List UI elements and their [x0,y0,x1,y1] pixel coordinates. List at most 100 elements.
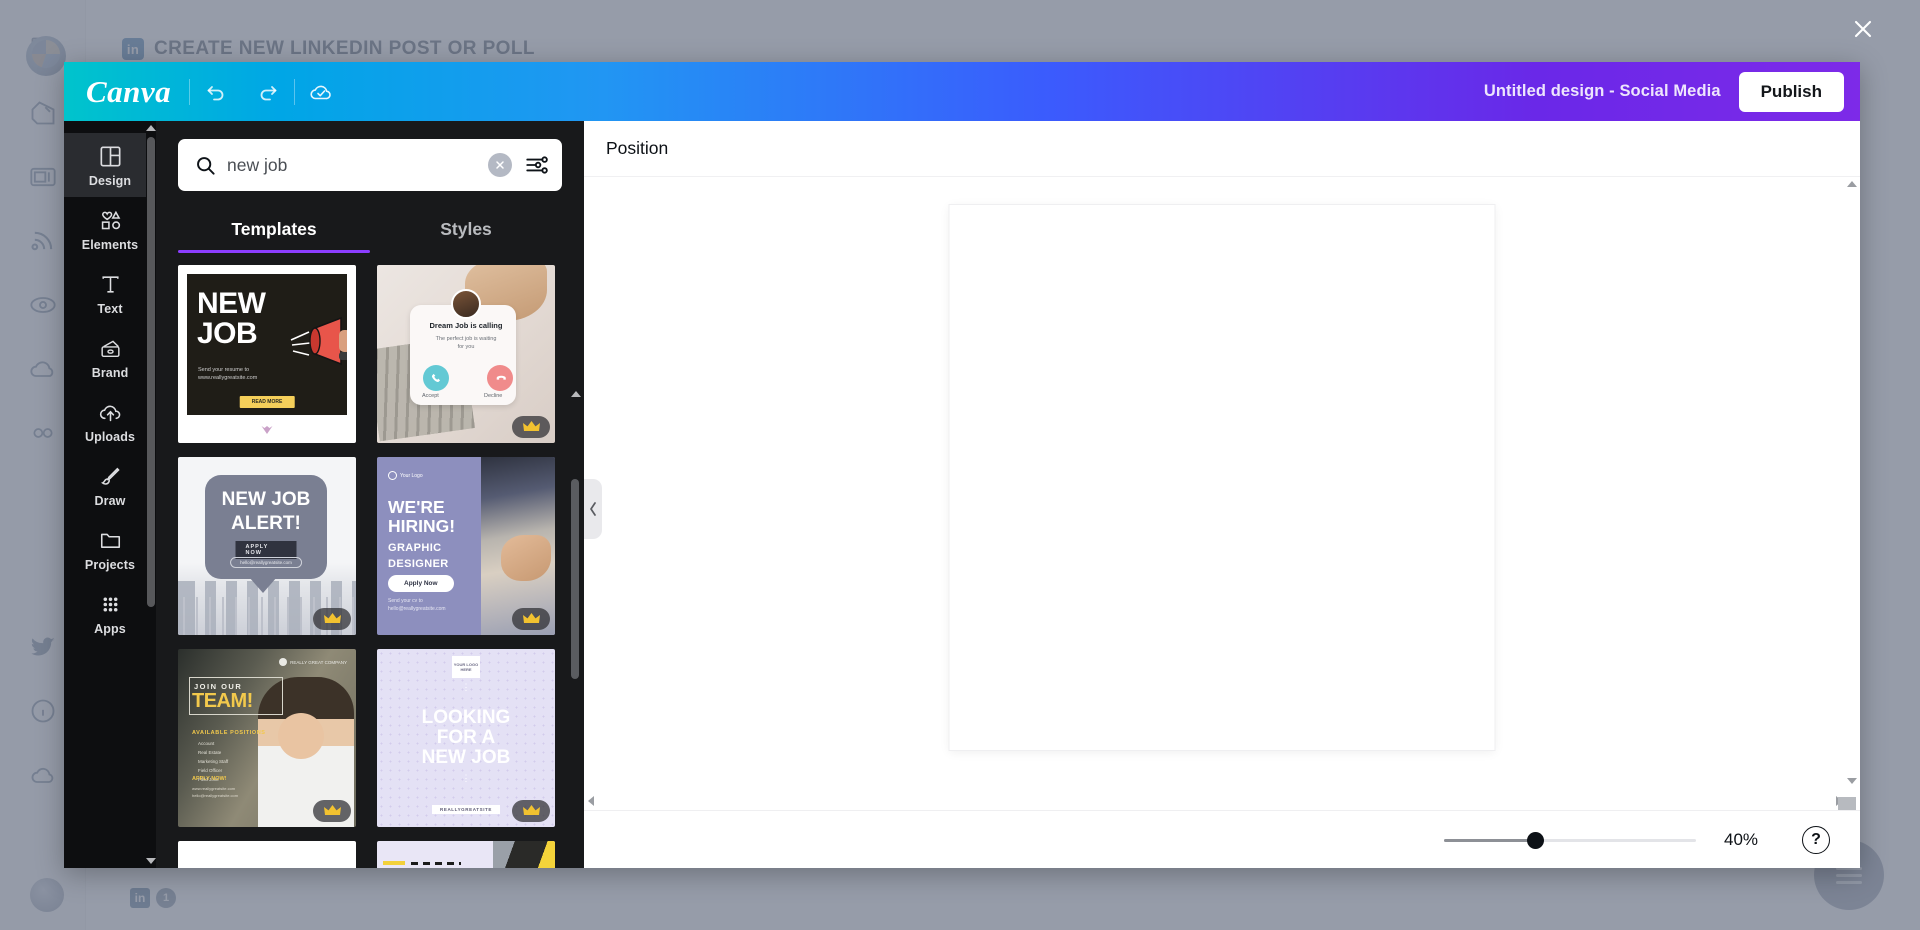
canva-logo[interactable]: Canva [86,74,189,110]
publish-button[interactable]: Publish [1738,71,1844,112]
canva-top-bar: Canva Untitled design - Social Media Pub… [64,62,1860,121]
tab-styles[interactable]: Styles [370,211,562,253]
scrollbar-thumb[interactable] [571,479,579,679]
tab-templates[interactable]: Templates [178,211,370,253]
avatar [451,289,481,319]
scroll-left-icon[interactable] [588,796,594,806]
template-title-line2: ALERT! [231,513,301,534]
zoom-percent: 40% [1724,829,1759,849]
scrollbar-corner [1838,797,1856,810]
scroll-down-icon[interactable] [1847,778,1857,784]
scroll-up-icon[interactable] [1847,181,1857,187]
pro-crown-badge [313,608,351,630]
template-results-scroll[interactable]: NEW JOB Send your resume to www.reallygr… [156,265,584,868]
accept-label: Accept [422,393,439,399]
sidebar-item-label: Draw [94,494,126,508]
canvas-horizontal-scrollbar[interactable] [584,794,1846,808]
templates-panel: Templates Styles NEW JOB Send your resum… [156,121,584,868]
sidebar-item-design[interactable]: Design [64,133,156,197]
zoom-slider[interactable] [1444,831,1696,849]
megaphone-icon [290,316,347,366]
search-input[interactable] [227,154,478,176]
template-card-new-job-megaphone[interactable]: NEW JOB Send your resume to www.reallygr… [178,265,356,443]
sidebar-item-label: Design [88,174,132,188]
template-card-partial-right[interactable] [377,841,555,868]
object-panel: Design Elements Text Brand Uploads Draw [64,121,156,868]
template-footer: www.reallygreatsite.com hello@reallygrea… [192,786,239,798]
object-panel-scrollbar[interactable] [146,121,156,868]
photo-decor [493,841,555,868]
template-button: READ MORE [239,396,295,408]
template-brand: REALLY GREAT COMPANY [279,658,347,666]
template-title-line2: TEAM! [192,690,253,712]
template-brand-text: Your Logo [400,472,423,479]
clear-icon[interactable] [488,153,512,177]
template-card-new-job-alert[interactable]: NEW JOB ALERT! APPLY NOW hello@reallygre… [178,457,356,635]
template-card-partial-left[interactable] [178,841,356,868]
undo-button[interactable] [194,73,238,111]
pro-crown-badge [512,800,550,822]
template-title-line1: NEW [197,287,266,320]
sidebar-item-draw[interactable]: Draw [64,453,156,517]
toolbar-divider [189,78,191,105]
collapse-panel-handle[interactable] [584,479,602,539]
template-role-line1: GRAPHIC [388,542,442,554]
scroll-down-icon[interactable] [146,858,156,864]
template-footer: Send your cv to hello@reallygreatsite.co… [388,598,446,612]
template-title-line2: FOR A [436,727,496,748]
template-subtitle: Send your resume to www.reallygreatsite.… [198,367,258,382]
dots-decor: ⋮ [461,682,471,692]
template-button: Apply Now [388,575,454,592]
scrollbar-thumb[interactable] [147,137,155,607]
template-title-line1: NEW JOB [221,489,311,510]
design-canvas[interactable] [949,205,1495,750]
redo-button[interactable] [246,73,290,111]
pro-crown-badge [313,800,351,822]
accent-bar [383,861,405,865]
slider-fill [1444,838,1535,842]
search-area [156,121,584,191]
pro-crown-badge [512,608,550,630]
template-position: Account [198,741,215,746]
sidebar-item-elements[interactable]: Elements [64,197,156,261]
position-button[interactable]: Position [606,138,668,159]
filter-icon[interactable] [522,150,552,180]
sidebar-item-label: Apps [94,622,126,636]
sidebar-item-label: Brand [91,366,129,380]
sidebar-item-projects[interactable]: Projects [64,517,156,581]
template-position: Field Officer [198,768,223,773]
template-title-line2: JOB [197,317,258,350]
template-card-looking-for-a-new-job[interactable]: YOUR LOGO HERE ⋮ LOOKING FOR A NEW JOB ⋮… [377,649,555,827]
template-position: Marketing Staff [198,759,229,764]
sidebar-item-label: Projects [84,558,136,572]
canva-editor-modal: Canva Untitled design - Social Media Pub… [64,62,1860,868]
template-title-line1: WE'RE [388,497,445,517]
scroll-up-icon[interactable] [571,391,581,397]
search-box[interactable] [178,139,562,191]
template-brand-text: REALLY GREAT COMPANY [290,659,347,665]
sidebar-item-brand[interactable]: Brand [64,325,156,389]
template-tag: REALLYGREATSITE [431,805,501,814]
slider-knob[interactable] [1527,831,1545,849]
template-title: Dream Job is calling [429,321,503,330]
canvas-vertical-scrollbar[interactable] [1846,181,1858,784]
template-thumbnail: NEW JOB Send your resume to www.reallygr… [187,274,347,415]
help-icon[interactable]: ? [1802,825,1830,854]
sidebar-item-apps[interactable]: Apps [64,581,156,645]
sidebar-item-text[interactable]: Text [64,261,156,325]
templates-scrollbar[interactable] [571,391,581,868]
close-icon[interactable] [1846,12,1880,46]
panel-tabs: Templates Styles [178,211,562,253]
template-card-were-hiring[interactable]: Your Logo WE'RE HIRING! GRAPHIC DESIGNER… [377,457,555,635]
scroll-up-icon[interactable] [146,125,156,131]
template-card-join-our-team[interactable]: REALLY GREAT COMPANY JOIN OUR TEAM! AVAI… [178,649,356,827]
toolbar-divider [294,78,296,105]
design-title[interactable]: Untitled design - Social Media [1484,82,1721,101]
accept-call-icon [423,365,449,391]
editor-area: Position 40% ? [584,121,1860,868]
canvas-region[interactable] [584,177,1860,810]
saved-to-cloud-icon[interactable] [299,73,343,111]
template-title-line3: NEW JOB [421,747,511,768]
sidebar-item-uploads[interactable]: Uploads [64,389,156,453]
template-card-dream-job-calling[interactable]: Dream Job is calling The perfect job is … [377,265,555,443]
